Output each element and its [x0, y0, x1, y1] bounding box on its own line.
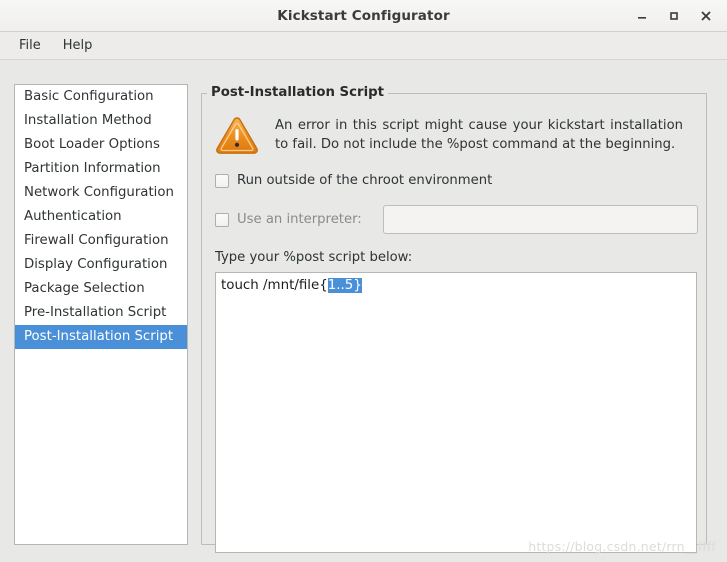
- interpreter-input[interactable]: [382, 205, 698, 234]
- script-line: touch /mnt/file{1..5}: [221, 277, 691, 295]
- menu-item-help[interactable]: Help: [52, 35, 104, 56]
- interpreter-checkbox-label: Use an interpreter:: [237, 212, 362, 227]
- close-button[interactable]: [691, 3, 721, 29]
- sidebar-item-package-selection[interactable]: Package Selection: [15, 277, 187, 301]
- maximize-button[interactable]: [659, 3, 689, 29]
- minimize-button[interactable]: [627, 3, 657, 29]
- warning-text: An error in this script might cause your…: [275, 118, 683, 153]
- script-text-prefix: touch /mnt/file{: [221, 278, 328, 293]
- script-label: Type your %post script below:: [215, 250, 413, 265]
- post-installation-panel: Post-Installation Script An error in thi…: [201, 84, 707, 553]
- sidebar-item-basic-configuration[interactable]: Basic Configuration: [15, 85, 187, 109]
- sidebar-item-installation-method[interactable]: Installation Method: [15, 109, 187, 133]
- main-content: Basic Configuration Installation Method …: [0, 61, 727, 562]
- panel-body: An error in this script might cause your…: [202, 94, 706, 553]
- minimize-icon: [636, 10, 648, 22]
- menu-item-file[interactable]: File: [8, 35, 52, 56]
- chroot-checkbox-row[interactable]: Run outside of the chroot environment: [215, 173, 698, 188]
- menu-bar: File Help: [0, 32, 727, 60]
- warning-row: An error in this script might cause your…: [215, 110, 698, 159]
- sidebar-item-display-configuration[interactable]: Display Configuration: [15, 253, 187, 277]
- interpreter-checkbox[interactable]: [215, 212, 229, 227]
- interpreter-row[interactable]: Use an interpreter:: [215, 205, 698, 234]
- sidebar-item-partition-information[interactable]: Partition Information: [15, 157, 187, 181]
- script-textarea[interactable]: touch /mnt/file{1..5}: [215, 272, 697, 553]
- sidebar-item-firewall-configuration[interactable]: Firewall Configuration: [15, 229, 187, 253]
- window-title: Kickstart Configurator: [277, 7, 450, 24]
- title-bar: Kickstart Configurator: [0, 0, 727, 32]
- close-icon: [700, 10, 712, 22]
- sidebar-item-authentication[interactable]: Authentication: [15, 205, 187, 229]
- sidebar-item-boot-loader-options[interactable]: Boot Loader Options: [15, 133, 187, 157]
- chroot-checkbox[interactable]: [215, 173, 229, 188]
- chroot-checkbox-label: Run outside of the chroot environment: [237, 173, 493, 188]
- sidebar-list[interactable]: Basic Configuration Installation Method …: [14, 84, 188, 545]
- sidebar-item-pre-installation-script[interactable]: Pre-Installation Script: [15, 301, 187, 325]
- warning-triangle-icon: [215, 115, 259, 159]
- script-text-selection: 1..5}: [327, 278, 362, 293]
- sidebar-item-network-configuration[interactable]: Network Configuration: [15, 181, 187, 205]
- window-controls: [627, 0, 721, 32]
- maximize-icon: [668, 10, 680, 22]
- sidebar-item-post-installation-script[interactable]: Post-Installation Script: [15, 325, 187, 349]
